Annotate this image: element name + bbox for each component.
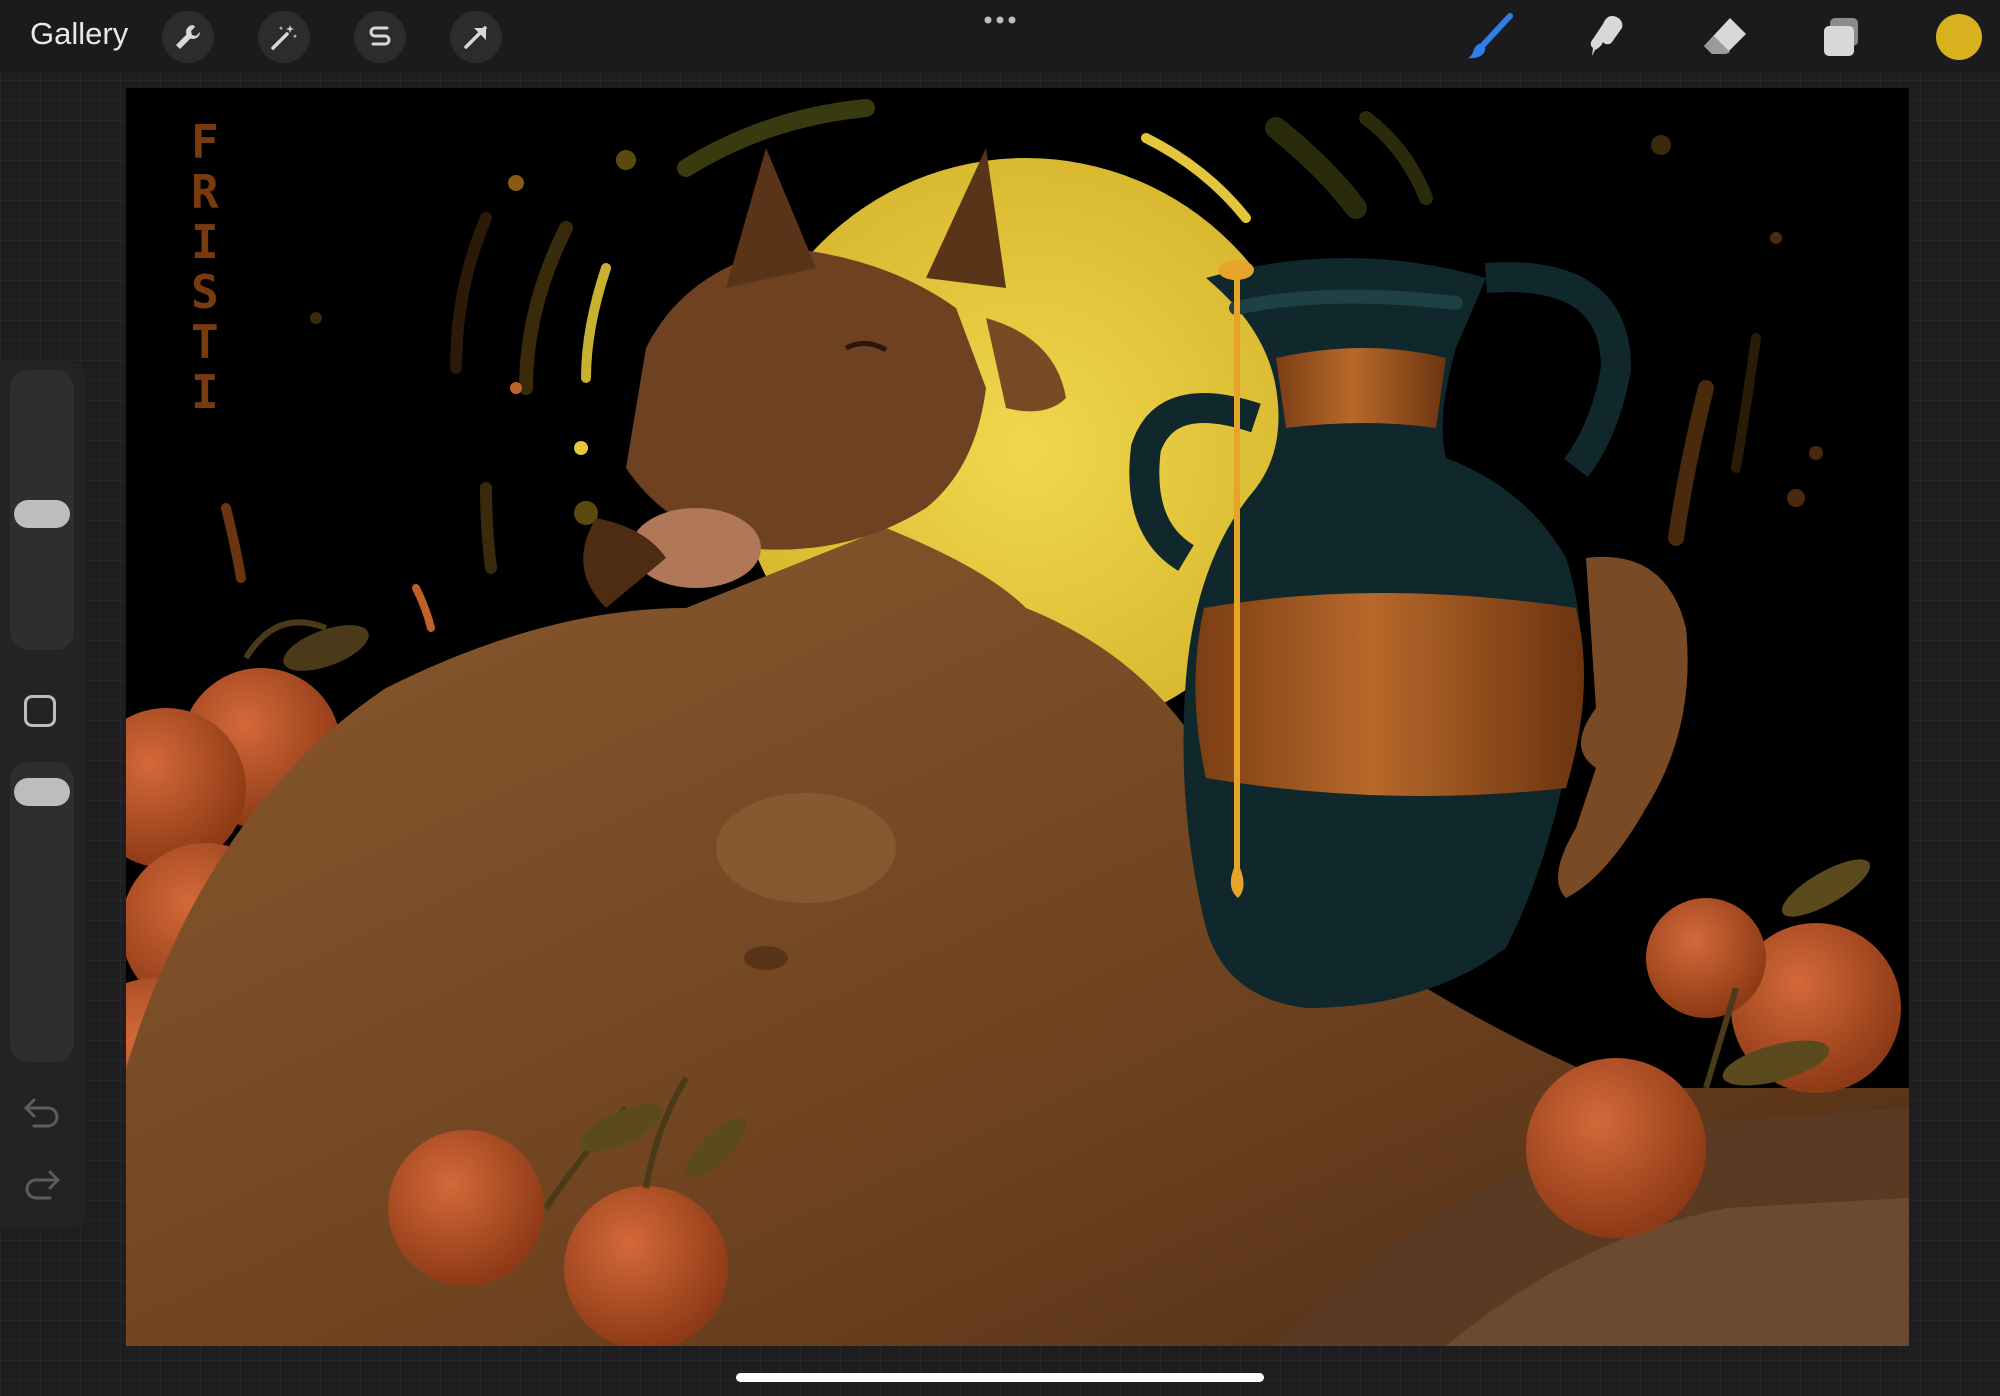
artwork-illustration: FRISTI	[126, 99, 1909, 1346]
home-indicator[interactable]	[736, 1373, 1264, 1382]
brush-size-knob[interactable]	[14, 500, 70, 528]
signature-text: FRISTI	[191, 115, 219, 419]
redo-icon[interactable]	[20, 1164, 64, 1200]
undo-icon[interactable]	[20, 1092, 64, 1128]
nipple	[744, 946, 788, 970]
signature-letter: I	[191, 215, 219, 269]
signature-letter: R	[191, 165, 219, 219]
opacity-knob[interactable]	[14, 778, 70, 806]
transform-arrow-icon[interactable]	[450, 11, 502, 63]
smudge-icon[interactable]	[1582, 12, 1632, 62]
opacity-slider[interactable]	[10, 762, 74, 1062]
gallery-button[interactable]: Gallery	[30, 16, 128, 52]
signature-letter: F	[191, 115, 219, 169]
modify-button[interactable]	[24, 695, 56, 727]
signature-letter: I	[191, 365, 219, 419]
wrench-icon[interactable]	[162, 11, 214, 63]
signature-letter: S	[191, 265, 219, 319]
magic-wand-icon[interactable]	[258, 11, 310, 63]
brush-sidebar	[0, 362, 86, 1228]
brush-icon[interactable]	[1466, 12, 1516, 62]
signature-letter: T	[191, 315, 219, 369]
layers-icon[interactable]	[1816, 12, 1866, 62]
artwork-canvas[interactable]: FRISTI	[126, 88, 1909, 1346]
top-toolbar: Gallery	[0, 0, 2000, 72]
selection-icon[interactable]	[354, 11, 406, 63]
eraser-icon[interactable]	[1700, 12, 1750, 62]
color-picker-button[interactable]	[1936, 14, 1982, 60]
more-options-icon[interactable]	[980, 10, 1020, 30]
